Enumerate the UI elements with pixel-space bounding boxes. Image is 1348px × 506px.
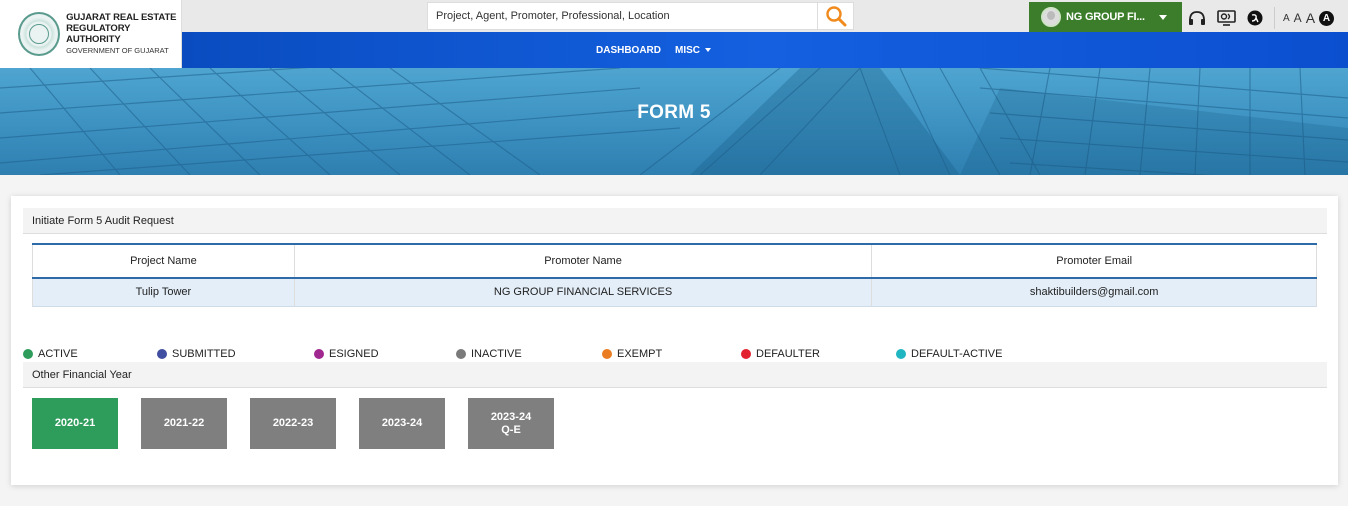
project-name-cell: Tulip Tower bbox=[32, 278, 295, 307]
language-button[interactable] bbox=[1245, 9, 1265, 27]
financial-year-section-title: Other Financial Year bbox=[23, 362, 1327, 388]
legend-item-esigned: ESIGNED bbox=[314, 348, 379, 360]
search-button[interactable] bbox=[817, 2, 853, 30]
avatar bbox=[1041, 7, 1061, 27]
status-dot-icon bbox=[741, 349, 751, 359]
page-title: FORM 5 bbox=[637, 102, 711, 123]
column-header: Project Name bbox=[32, 244, 295, 279]
financial-year-buttons: 2020-21 2021-22 2022-23 2023-24 2023-24 Q… bbox=[32, 398, 577, 449]
legend-item-default-active: DEFAULT-ACTIVE bbox=[896, 348, 1002, 360]
page-banner: FORM 5 bbox=[0, 68, 1348, 175]
form5-card: Initiate Form 5 Audit Request Project Na… bbox=[11, 196, 1338, 485]
column-header: Promoter Email bbox=[871, 244, 1317, 279]
legend-item-defaulter: DEFAULTER bbox=[741, 348, 820, 360]
logo-line-2: REGULATORY AUTHORITY bbox=[66, 23, 131, 45]
user-name: NG GROUP FI... bbox=[1066, 11, 1145, 23]
logo[interactable]: GUJARAT REAL ESTATE REGULATORY AUTHORITY… bbox=[0, 0, 182, 68]
nav-misc[interactable]: MISC bbox=[675, 45, 711, 56]
user-menu-button[interactable]: NG GROUP FI... bbox=[1029, 2, 1182, 32]
headset-icon bbox=[1189, 11, 1205, 25]
logo-line-3: GOVERNMENT OF GUJARAT bbox=[66, 46, 169, 55]
table-header-row: Project Name Promoter Name Promoter Emai… bbox=[32, 244, 1317, 279]
year-button-2023-24-qe[interactable]: 2023-24 Q-E bbox=[468, 398, 554, 449]
monitor-icon bbox=[1216, 9, 1236, 26]
legend-item-inactive: INACTIVE bbox=[456, 348, 522, 360]
accessibility-tools: A A A A bbox=[1187, 7, 1335, 29]
status-dot-icon bbox=[23, 349, 33, 359]
legend-item-submitted: SUBMITTED bbox=[157, 348, 236, 360]
year-button-2021-22[interactable]: 2021-22 bbox=[141, 398, 227, 449]
year-button-2022-23[interactable]: 2022-23 bbox=[250, 398, 336, 449]
screen-reader-button[interactable] bbox=[1187, 9, 1207, 27]
promoter-name-cell: NG GROUP FINANCIAL SERVICES bbox=[294, 278, 873, 307]
logo-line-1: GUJARAT REAL ESTATE bbox=[66, 12, 177, 23]
status-dot-icon bbox=[896, 349, 906, 359]
legend-item-exempt: EXEMPT bbox=[602, 348, 662, 360]
font-size-small-button[interactable]: A bbox=[1283, 13, 1290, 24]
status-dot-icon bbox=[456, 349, 466, 359]
audio-description-button[interactable] bbox=[1216, 9, 1236, 27]
search-input[interactable] bbox=[428, 3, 817, 29]
header: GUJARAT REAL ESTATE REGULATORY AUTHORITY… bbox=[0, 0, 1348, 68]
gujrera-seal-icon bbox=[18, 12, 61, 56]
status-dot-icon bbox=[157, 349, 167, 359]
promoter-email-cell: shaktibuilders@gmail.com bbox=[871, 278, 1317, 307]
year-button-2023-24[interactable]: 2023-24 bbox=[359, 398, 445, 449]
main-nav: DASHBOARD MISC bbox=[182, 32, 1348, 68]
search-icon bbox=[825, 6, 846, 27]
year-button-2020-21[interactable]: 2020-21 bbox=[32, 398, 118, 449]
contrast-toggle-button[interactable]: A bbox=[1319, 10, 1335, 26]
chevron-down-icon bbox=[1158, 14, 1167, 20]
utility-bar: NG GROUP FI... bbox=[182, 0, 1348, 32]
chevron-down-icon bbox=[705, 48, 711, 52]
language-icon bbox=[1247, 10, 1263, 26]
audit-section-title: Initiate Form 5 Audit Request bbox=[23, 208, 1327, 234]
column-header: Promoter Name bbox=[294, 244, 873, 279]
nav-dashboard[interactable]: DASHBOARD bbox=[596, 45, 661, 56]
font-size-normal-button[interactable]: A bbox=[1294, 11, 1302, 25]
legend-item-active: ACTIVE bbox=[23, 348, 78, 360]
status-dot-icon bbox=[314, 349, 324, 359]
audit-table: Project Name Promoter Name Promoter Emai… bbox=[32, 243, 1317, 307]
table-row[interactable]: Tulip Tower NG GROUP FINANCIAL SERVICES … bbox=[32, 278, 1317, 307]
status-dot-icon bbox=[602, 349, 612, 359]
status-legend: ACTIVE SUBMITTED ESIGNED INACTIVE EXEMPT… bbox=[23, 348, 1323, 362]
search-box bbox=[427, 2, 854, 30]
font-size-large-button[interactable]: A bbox=[1306, 10, 1315, 26]
